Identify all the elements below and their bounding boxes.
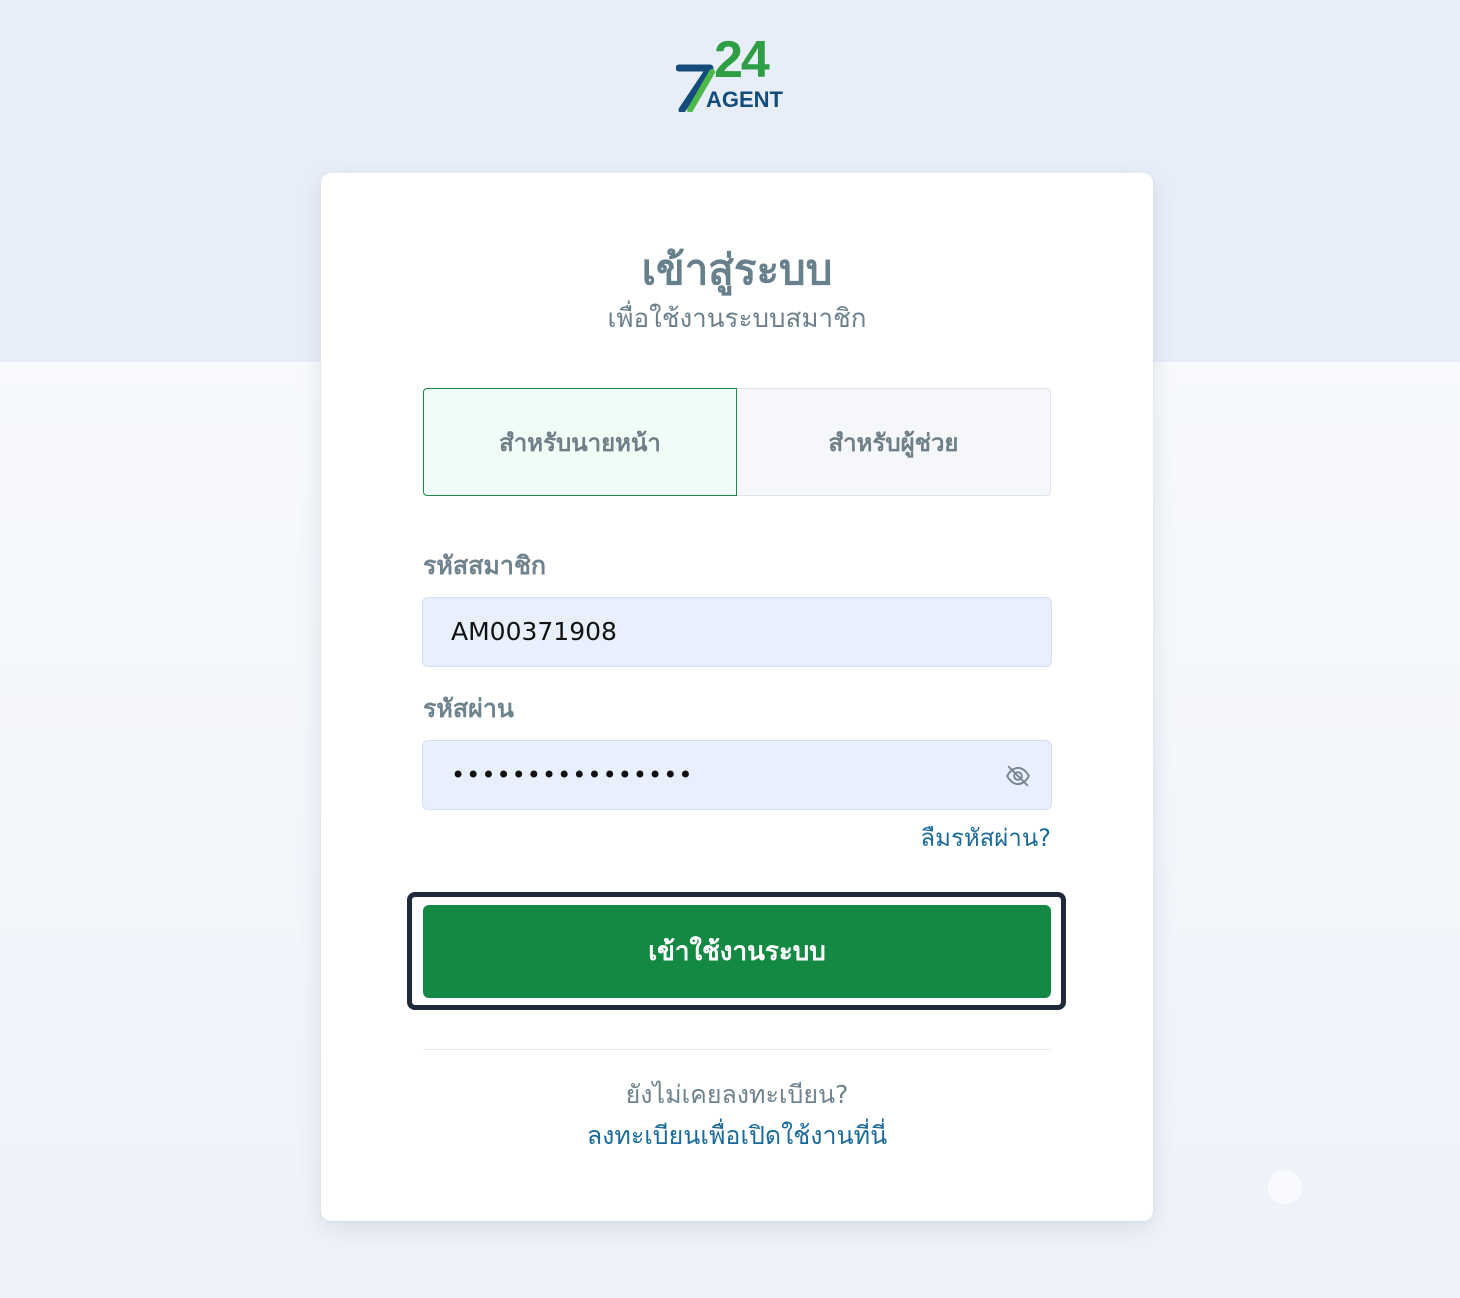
no-account-text: ยังไม่เคยลงทะเบียน? — [625, 1080, 849, 1109]
page-title: เข้าสู่ระบบ — [641, 245, 833, 294]
login-card: เข้าสู่ระบบ เพื่อใช้งานระบบสมาชิก สำหรับ… — [321, 173, 1153, 1221]
divider — [423, 1049, 1051, 1050]
floating-widget[interactable] — [1268, 1170, 1302, 1204]
password-value[interactable]: •••••••••••••••• — [451, 741, 694, 809]
password-label: รหัสผ่าน — [423, 694, 514, 723]
username-label: รหัสสมาชิก — [423, 551, 547, 580]
password-field[interactable]: •••••••••••••••• — [422, 740, 1052, 810]
eye-off-icon[interactable] — [1005, 763, 1031, 789]
register-link[interactable]: ลงทะเบียนเพื่อเปิดใช้งานที่นี่ — [321, 1120, 1153, 1152]
logo-number: 24 — [714, 31, 770, 89]
tab-agent[interactable]: สำหรับนายหน้า — [423, 388, 737, 496]
username-value[interactable]: AM00371908 — [451, 598, 617, 666]
logo-word: AGENT — [706, 87, 783, 112]
page-subtitle: เพื่อใช้งานระบบสมาชิก — [607, 304, 867, 334]
username-field[interactable]: AM00371908 — [422, 597, 1052, 667]
tab-assistant[interactable]: สำหรับผู้ช่วย — [736, 388, 1051, 496]
brand-logo: 24 AGENT — [676, 31, 800, 114]
role-tabs: สำหรับนายหน้า สำหรับผู้ช่วย — [423, 388, 1051, 498]
login-button[interactable]: เข้าใช้งานระบบ — [423, 905, 1051, 998]
forgot-password-link[interactable]: ลืมรหัสผ่าน? — [920, 823, 1051, 853]
